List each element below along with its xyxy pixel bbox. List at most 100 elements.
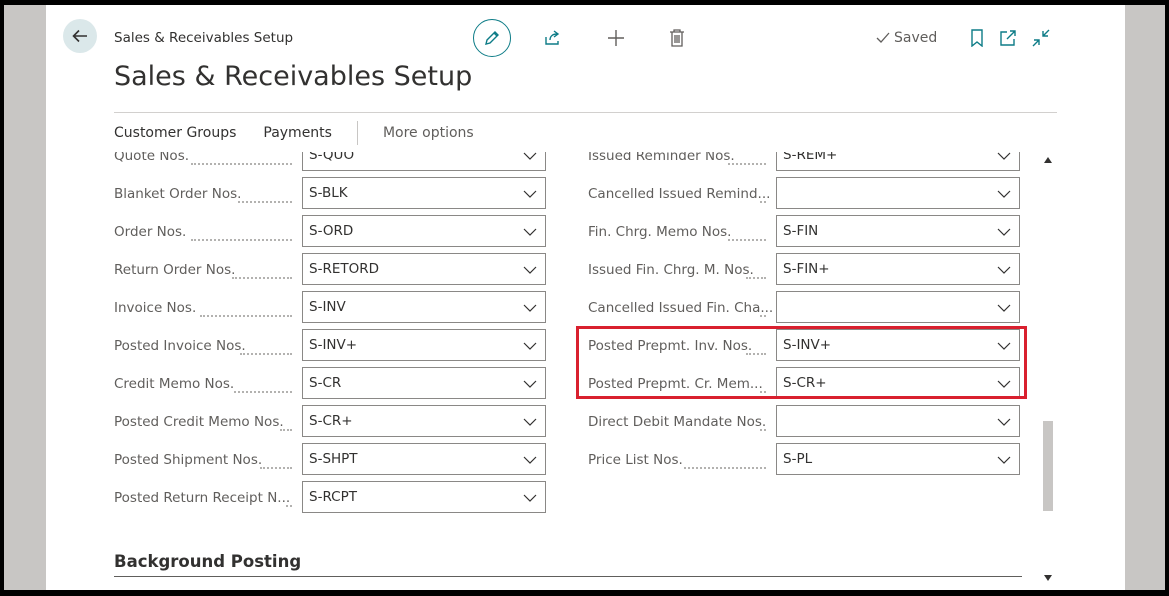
leader-dots bbox=[280, 415, 292, 431]
scroll-down-icon[interactable] bbox=[1044, 575, 1052, 581]
chevron-down-icon bbox=[997, 266, 1011, 274]
chevron-down-icon bbox=[523, 304, 537, 312]
field-row: Issued Fin. Chrg. M. Nos. S-FIN+ bbox=[588, 253, 1022, 287]
scrollbar-thumb[interactable] bbox=[1043, 421, 1053, 511]
field-label: Invoice Nos. bbox=[114, 300, 197, 316]
field-row: Blanket Order Nos. S-BLK bbox=[114, 177, 548, 211]
header-divider bbox=[114, 112, 1057, 113]
collapse-icon bbox=[1032, 29, 1050, 47]
chevron-down-icon bbox=[997, 342, 1011, 350]
field-row: Posted Return Receipt N... S-RCPT bbox=[114, 481, 548, 515]
field-row: Return Order Nos. S-RETORD bbox=[114, 253, 548, 287]
field-dropdown[interactable]: S-ORD bbox=[302, 215, 546, 247]
chevron-down-icon bbox=[523, 266, 537, 274]
saved-status: Saved bbox=[876, 30, 937, 46]
leader-dots bbox=[684, 453, 766, 469]
field-label: Credit Memo Nos. bbox=[114, 376, 235, 392]
field-dropdown[interactable] bbox=[776, 405, 1020, 437]
field-value: S-ORD bbox=[309, 223, 354, 239]
field-row: Posted Credit Memo Nos. S-CR+ bbox=[114, 405, 548, 439]
checkmark-icon bbox=[876, 32, 890, 43]
field-value: S-INV+ bbox=[309, 337, 358, 353]
leader-dots bbox=[760, 301, 766, 317]
field-value: S-REM+ bbox=[783, 152, 838, 163]
pencil-icon bbox=[485, 31, 499, 45]
field-value: S-CR+ bbox=[783, 375, 827, 391]
collapse-button[interactable] bbox=[1029, 26, 1053, 50]
field-dropdown[interactable]: S-INV+ bbox=[302, 329, 546, 361]
leader-dots bbox=[760, 415, 766, 431]
field-dropdown[interactable]: S-CR+ bbox=[776, 367, 1020, 399]
bookmark-button[interactable] bbox=[965, 26, 989, 50]
field-dropdown[interactable]: S-BLK bbox=[302, 177, 546, 209]
field-row: Posted Invoice Nos. S-INV+ bbox=[114, 329, 548, 363]
field-label: Posted Return Receipt N... bbox=[114, 490, 291, 506]
field-label: Cancelled Issued Remind... bbox=[588, 186, 771, 202]
field-label: Posted Credit Memo Nos. bbox=[114, 414, 284, 430]
field-dropdown[interactable]: S-REM+ bbox=[776, 152, 1020, 171]
field-label: Issued Fin. Chrg. M. Nos. bbox=[588, 262, 754, 278]
field-label: Price List Nos. bbox=[588, 452, 683, 468]
field-label: Fin. Chrg. Memo Nos. bbox=[588, 224, 732, 240]
fields-area: Quote Nos. S-QUO Blanket Order Nos. S-BLK … bbox=[46, 152, 1125, 590]
field-dropdown[interactable]: S-PL bbox=[776, 443, 1020, 475]
saved-label: Saved bbox=[894, 30, 938, 46]
field-label: Direct Debit Mandate Nos. bbox=[588, 414, 767, 430]
field-dropdown[interactable]: S-RCPT bbox=[302, 481, 546, 513]
field-dropdown[interactable] bbox=[776, 291, 1020, 323]
field-dropdown[interactable]: S-RETORD bbox=[302, 253, 546, 285]
chevron-down-icon bbox=[523, 228, 537, 236]
edit-button[interactable] bbox=[473, 19, 511, 57]
chevron-down-icon bbox=[997, 228, 1011, 236]
action-separator bbox=[356, 121, 358, 145]
field-dropdown[interactable]: S-CR+ bbox=[302, 405, 546, 437]
action-bar: Customer Groups Payments More options bbox=[114, 120, 474, 146]
leader-dots bbox=[234, 377, 292, 393]
field-value: S-CR+ bbox=[309, 413, 353, 429]
back-button[interactable] bbox=[63, 19, 97, 53]
field-row: Cancelled Issued Remind... bbox=[588, 177, 1022, 211]
scroll-up-icon[interactable] bbox=[1044, 157, 1052, 163]
payments-action[interactable]: Payments bbox=[263, 125, 332, 141]
section-header-background-posting[interactable]: Background Posting bbox=[114, 552, 301, 571]
field-row: Quote Nos. S-QUO bbox=[114, 152, 548, 173]
field-dropdown[interactable]: S-QUO bbox=[302, 152, 546, 171]
scrollbar[interactable] bbox=[1041, 152, 1055, 590]
field-dropdown[interactable]: S-INV+ bbox=[776, 329, 1020, 361]
chevron-down-icon bbox=[523, 342, 537, 350]
right-backdrop bbox=[1125, 5, 1165, 590]
field-dropdown[interactable]: S-SHPT bbox=[302, 443, 546, 475]
more-options-action[interactable]: More options bbox=[383, 125, 474, 141]
chevron-down-icon bbox=[997, 380, 1011, 388]
field-dropdown[interactable]: S-FIN+ bbox=[776, 253, 1020, 285]
open-new-window-button[interactable] bbox=[996, 26, 1020, 50]
share-button[interactable] bbox=[541, 26, 565, 50]
field-row: Credit Memo Nos. S-CR bbox=[114, 367, 548, 401]
field-label: Order Nos. bbox=[114, 224, 187, 240]
chevron-down-icon bbox=[523, 418, 537, 426]
leader-dots bbox=[760, 377, 766, 393]
field-row: Posted Shipment Nos. S-SHPT bbox=[114, 443, 548, 477]
field-row: Posted Prepmt. Inv. Nos. S-INV+ bbox=[588, 329, 1022, 363]
field-row: Price List Nos. S-PL bbox=[588, 443, 1022, 477]
leader-dots bbox=[240, 339, 292, 355]
field-row: Invoice Nos. S-INV bbox=[114, 291, 548, 325]
field-value: S-QUO bbox=[309, 152, 355, 163]
leader-dots bbox=[760, 187, 766, 203]
chevron-down-icon bbox=[523, 380, 537, 388]
leader-dots bbox=[728, 152, 766, 165]
field-value: S-FIN+ bbox=[783, 261, 830, 277]
delete-button[interactable] bbox=[665, 26, 689, 50]
field-row: Order Nos. S-ORD bbox=[114, 215, 548, 249]
field-dropdown[interactable]: S-CR bbox=[302, 367, 546, 399]
customer-groups-action[interactable]: Customer Groups bbox=[114, 125, 236, 141]
field-dropdown[interactable]: S-FIN bbox=[776, 215, 1020, 247]
field-row: Cancelled Issued Fin. Cha... bbox=[588, 291, 1022, 325]
field-row: Fin. Chrg. Memo Nos. S-FIN bbox=[588, 215, 1022, 249]
field-dropdown[interactable] bbox=[776, 177, 1020, 209]
field-dropdown[interactable]: S-INV bbox=[302, 291, 546, 323]
chevron-down-icon bbox=[997, 152, 1011, 160]
leader-dots bbox=[200, 301, 292, 317]
new-button[interactable] bbox=[604, 26, 628, 50]
field-value: S-FIN bbox=[783, 223, 819, 239]
